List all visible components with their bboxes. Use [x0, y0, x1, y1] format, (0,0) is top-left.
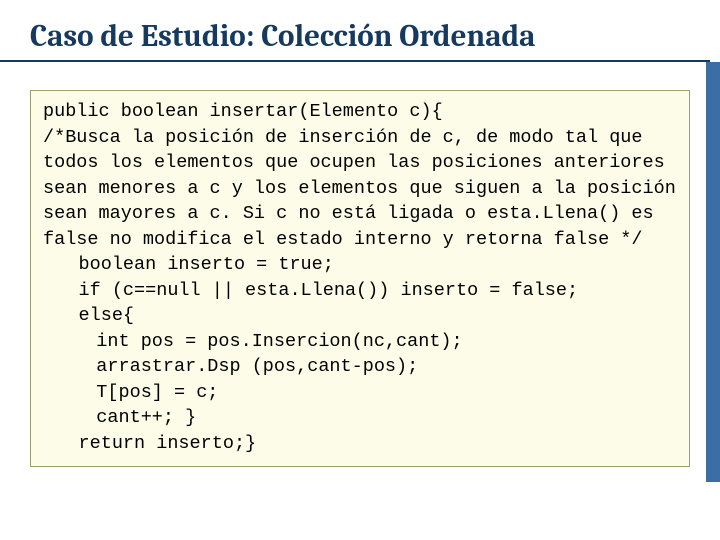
slide-title: Caso de Estudio: Colección Ordenada [0, 18, 710, 62]
code-comment: /*Busca la posición de inserción de c, d… [43, 127, 687, 250]
code-line: T[pos] = c; [43, 380, 677, 406]
slide: Caso de Estudio: Colección Ordenada publ… [0, 0, 720, 540]
code-line: else{ [43, 303, 677, 329]
code-line: boolean inserto = true; [43, 252, 677, 278]
code-line: arrastrar.Dsp (pos,cant-pos); [43, 354, 677, 380]
code-line: int pos = pos.Insercion(nc,cant); [43, 329, 677, 355]
code-line: return inserto;} [43, 431, 677, 457]
code-line: if (c==null || esta.Llena()) inserto = f… [43, 278, 677, 304]
accent-bar [706, 62, 720, 482]
code-signature: public boolean insertar(Elemento c){ [43, 101, 443, 122]
code-block: public boolean insertar(Elemento c){ /*B… [30, 90, 690, 467]
code-line: cant++; } [43, 405, 677, 431]
